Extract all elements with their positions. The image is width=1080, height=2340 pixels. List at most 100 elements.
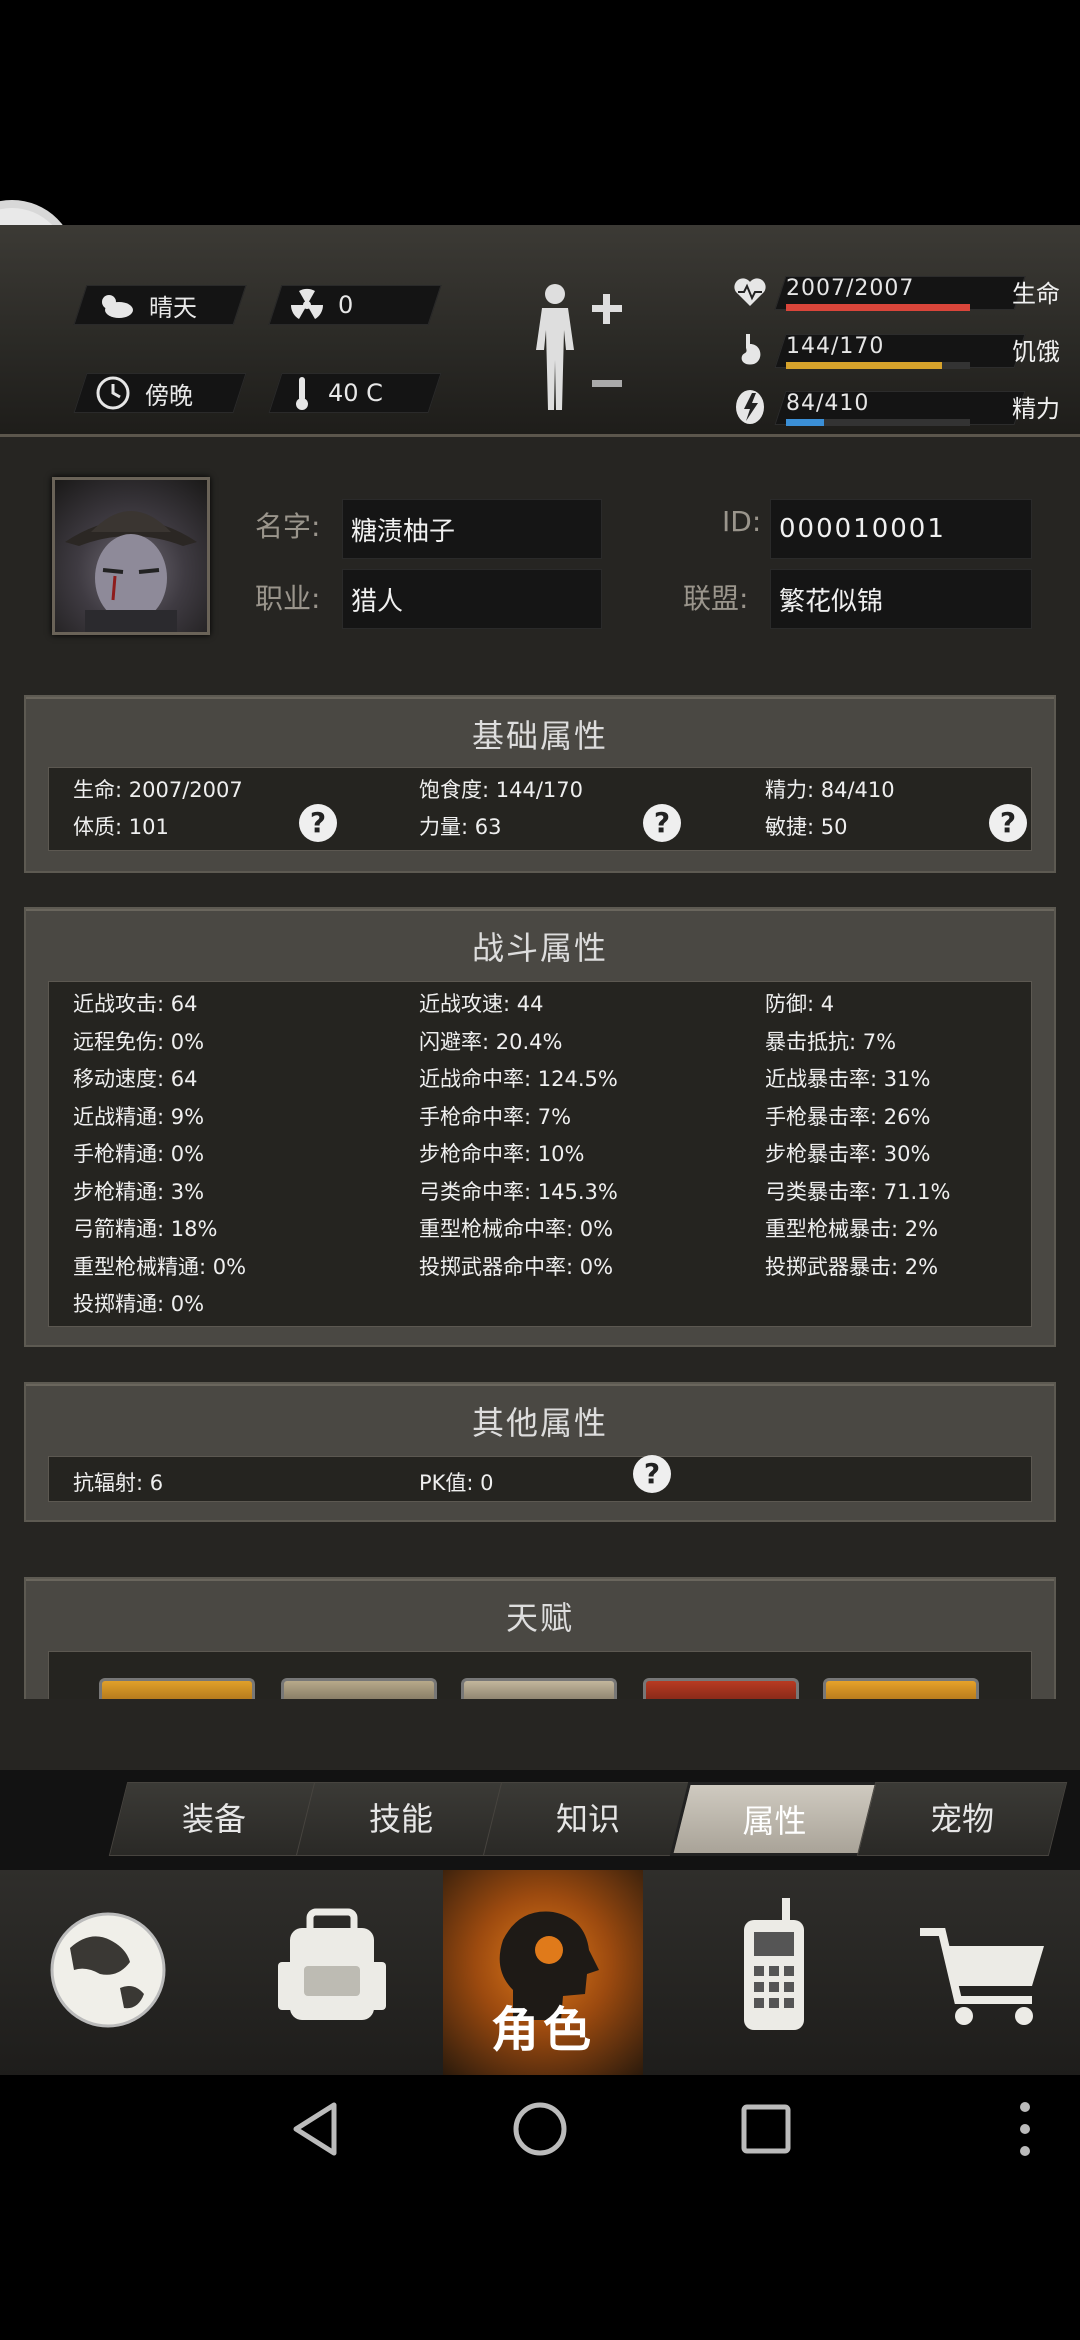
combat-stat: 移动速度: 64 [73,1067,198,1091]
radiation-value: 0 [338,291,354,319]
nav-world[interactable] [30,1870,190,2075]
cloud-sun-icon [102,295,133,318]
energy-bar [786,419,970,426]
lightning-head-icon [736,390,764,424]
back-icon[interactable] [286,2099,346,2159]
combat-stat: 投掷武器命中率: 0% [419,1254,614,1279]
alliance-field: 繁花似锦 [770,569,1032,629]
time-text: 傍晚 [145,381,193,410]
basic-energy: 精力: 84/410 [765,778,895,802]
combat-stat: 近战暴击率: 31% [765,1067,931,1091]
tab-equipment[interactable]: 装备 [108,1782,320,1856]
pk-value: PK值: 0 [419,1471,494,1495]
combat-stat: 步枪精通: 3% [73,1179,205,1204]
constitution-help-icon[interactable]: ? [299,804,337,842]
combat-stat: 重型枪械暴击: 2% [765,1217,939,1241]
hunger-bar [786,362,970,369]
tab-skills[interactable]: 技能 [295,1782,507,1856]
nav-shop[interactable] [900,1870,1060,2075]
combat-stat: 投掷精通: 0% [73,1292,205,1316]
alliance-label: 联盟: [683,582,749,615]
system-navigation-bar [0,2075,1080,2340]
combat-stat: 近战攻击: 64 [73,992,198,1016]
other-attributes-panel: 其他属性 抗辐射: 6 PK值: 0 ? [24,1382,1056,1522]
talent-title: 天赋 [505,1599,574,1637]
nav-character[interactable]: 角色 [443,1870,643,2075]
basic-attributes-panel: 基础属性 生命: 2007/2007 饱食度: 144/170 精力: 84/4… [24,695,1056,873]
combat-stat: 手枪精通: 0% [73,1142,205,1166]
sub-tab-bar: 装备 技能 知识 属性 宠物 [0,1770,1080,1870]
combat-stat: 近战攻速: 44 [419,992,544,1016]
health-value: 2007/2007 [786,276,915,301]
hunger-label: 饥饿 [1012,338,1060,366]
globe-icon [50,1912,166,2028]
combat-stat: 步枪命中率: 10% [419,1142,585,1166]
combat-stat: 步枪暴击率: 30% [765,1142,931,1166]
combat-stat: 弓类命中率: 145.3% [419,1179,618,1204]
combat-attributes-panel: 战斗属性 近战攻击: 64 远程免伤: 0% 移动速度: 64 近战精通: 9%… [24,907,1056,1347]
combat-stat: 重型枪械命中率: 0% [419,1217,614,1241]
strength-help-icon[interactable]: ? [643,804,681,842]
other-attributes-title: 其他属性 [471,1404,608,1442]
combat-stat: 手枪命中率: 7% [419,1104,572,1129]
home-icon[interactable] [510,2099,570,2159]
basic-attributes-title: 基础属性 [471,717,608,755]
backpack-icon [278,1908,386,2020]
energy-value: 84/410 [786,391,870,416]
recents-icon[interactable] [736,2099,796,2159]
heart-icon [734,278,766,306]
basic-satiety: 饱食度: 144/170 [419,778,583,802]
status-header: 晴天 0 傍晚 40 C 2007/2007 生命 144/170 饥饿 84/… [0,225,1080,437]
combat-stat: 闪避率: 20.4% [419,1029,563,1054]
job-field: 猎人 [342,569,602,629]
id-field: 000010001 [770,499,1032,559]
walkie-talkie-icon [744,1898,804,2030]
nav-backpack[interactable] [250,1870,410,2075]
more-options-icon[interactable] [1010,2099,1040,2159]
basic-agility: 敏捷: 50 [765,815,848,839]
name-label: 名字: [255,510,321,543]
thermometer-icon [296,377,308,410]
radiation-icon [290,288,324,319]
character-avatar[interactable] [52,477,210,635]
radiation-resistance: 抗辐射: 6 [73,1471,164,1495]
job-label: 职业: [255,582,321,615]
human-body-icon [536,284,622,410]
health-bar [786,304,970,311]
basic-strength: 力量: 63 [419,815,502,839]
combat-attributes-grid: 近战攻击: 64 远程免伤: 0% 移动速度: 64 近战精通: 9% 手枪精通… [48,981,1032,1327]
combat-attributes-title: 战斗属性 [471,929,608,967]
combat-stat: 弓类暴击率: 71.1% [765,1179,951,1204]
health-label: 生命 [1012,280,1060,308]
weather-text: 晴天 [149,293,197,322]
tab-pets[interactable]: 宠物 [856,1782,1068,1856]
combat-stat: 弓箭精通: 18% [73,1217,218,1241]
basic-health: 生命: 2007/2007 [73,778,243,802]
tab-attributes[interactable]: 属性 [669,1782,881,1856]
nav-character-label: 角色 [490,2002,595,2058]
tab-knowledge[interactable]: 知识 [482,1782,694,1856]
pk-help-icon[interactable]: ? [633,1455,671,1493]
id-label: ID: [722,505,762,538]
combat-stat: 手枪暴击率: 26% [765,1104,931,1129]
temperature-pill: 40 C [268,373,442,413]
hunger-value: 144/170 [786,334,885,359]
weather-pill: 晴天 [73,285,247,325]
health-stat: 2007/2007 生命 [730,270,1060,316]
body-status-button[interactable] [520,280,630,415]
hunger-stat: 144/170 饥饿 [730,328,1060,374]
stomach-icon [741,334,761,365]
combat-stat: 暴击抵抗: 7% [765,1029,897,1054]
nav-radio[interactable] [700,1870,840,2075]
character-content[interactable]: 名字: 糖渍柚子 ID: 000010001 职业: 猎人 联盟: 繁花似锦 基… [0,437,1080,1770]
agility-help-icon[interactable]: ? [989,804,1027,842]
combat-stat: 防御: 4 [765,992,835,1016]
clock-icon [96,376,130,410]
basic-constitution: 体质: 101 [73,815,169,839]
combat-stat: 重型枪械精通: 0% [73,1254,247,1279]
time-pill: 傍晚 [73,373,247,413]
bottom-navigation: 角色 [0,1870,1080,2075]
combat-stat: 投掷武器暴击: 2% [765,1254,939,1279]
combat-stat: 近战命中率: 124.5% [419,1067,618,1091]
combat-stat: 近战精通: 9% [73,1104,205,1129]
